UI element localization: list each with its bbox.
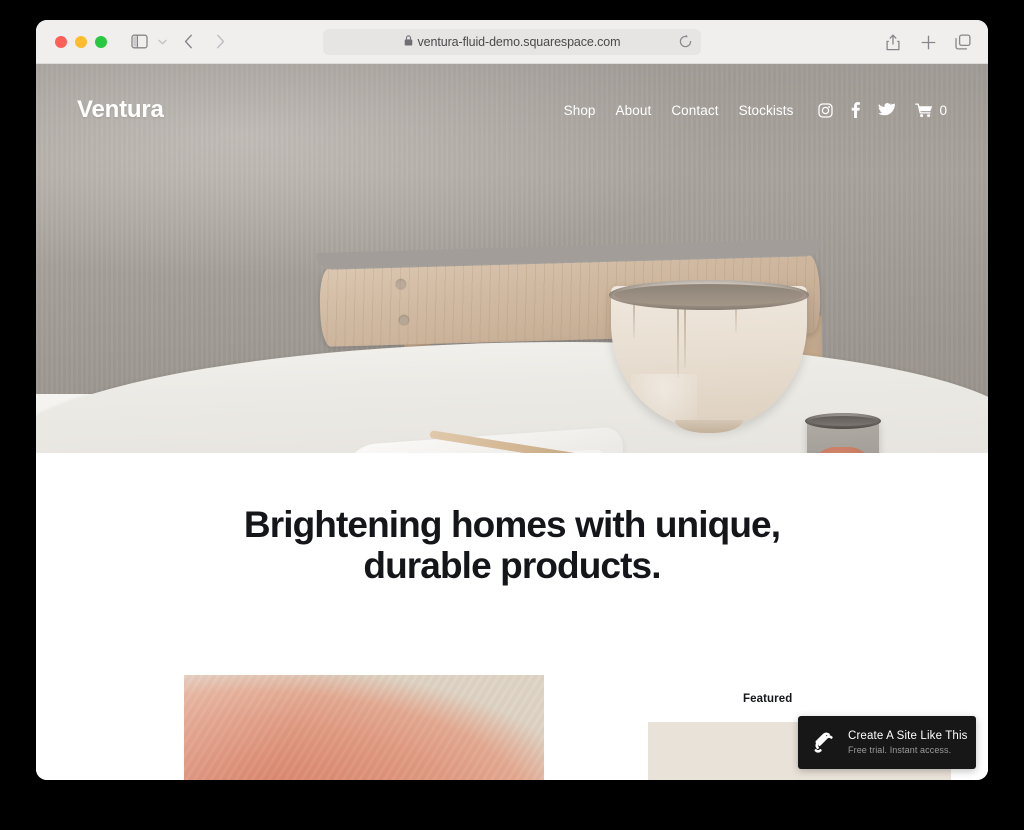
nav-link-shop[interactable]: Shop	[564, 103, 596, 118]
chair-screw-lower	[398, 314, 410, 326]
site-nav: Shop About Contact Stockists 0	[564, 102, 947, 118]
nav-link-stockists[interactable]: Stockists	[739, 103, 794, 118]
url-text: ventura-fluid-demo.squarespace.com	[417, 35, 621, 49]
address-bar-content: ventura-fluid-demo.squarespace.com	[404, 33, 621, 51]
headline-line-1: Brightening homes with unique,	[243, 504, 781, 545]
plus-icon[interactable]	[916, 29, 940, 55]
hero-section: Ventura Shop About Contact Stockists 0	[36, 64, 988, 453]
toolbar-right-group	[881, 29, 975, 55]
glazed-cup-rim	[805, 413, 881, 429]
facebook-icon[interactable]	[851, 102, 861, 118]
featured-label: Featured	[743, 693, 793, 705]
nav-link-about[interactable]: About	[616, 103, 652, 118]
cart-link[interactable]: 0	[915, 103, 947, 118]
maximize-window-button[interactable]	[95, 35, 107, 48]
address-bar[interactable]: ventura-fluid-demo.squarespace.com	[323, 29, 701, 55]
chair-screw-upper	[395, 278, 407, 290]
back-button[interactable]	[173, 29, 203, 55]
product-image-inner	[184, 675, 544, 780]
twitter-icon[interactable]	[878, 102, 896, 118]
page-viewport: Ventura Shop About Contact Stockists 0 B…	[36, 64, 988, 780]
share-icon[interactable]	[881, 29, 905, 55]
reload-icon[interactable]	[678, 34, 694, 50]
headline-section: Brightening homes with unique, durable p…	[36, 453, 988, 587]
minimize-window-button[interactable]	[75, 35, 87, 48]
promo-text: Create A Site Like This Free trial. Inst…	[848, 730, 968, 755]
bowl-glaze-drip	[684, 302, 686, 368]
create-site-promo-badge[interactable]: Create A Site Like This Free trial. Inst…	[798, 716, 976, 769]
promo-subtitle: Free trial. Instant access.	[848, 745, 952, 755]
site-header: Ventura Shop About Contact Stockists 0	[36, 90, 988, 130]
forward-button[interactable]	[205, 29, 235, 55]
chevron-down-icon[interactable]	[154, 29, 171, 55]
nav-link-contact[interactable]: Contact	[671, 103, 718, 118]
headline-line-2: durable products.	[363, 544, 661, 586]
product-image-terracotta[interactable]	[184, 675, 544, 780]
cart-count: 0	[939, 102, 947, 118]
instagram-icon[interactable]	[818, 102, 834, 118]
tabs-icon[interactable]	[951, 29, 975, 55]
toolbar-nav-group	[126, 29, 235, 55]
ceramic-bowl-rim	[609, 280, 809, 310]
cup-terracotta-glaze	[809, 447, 875, 453]
browser-window: ventura-fluid-demo.squarespace.com Ventu…	[36, 20, 988, 780]
lock-icon	[404, 33, 413, 51]
browser-toolbar: ventura-fluid-demo.squarespace.com	[36, 20, 988, 64]
close-window-button[interactable]	[55, 35, 67, 48]
cart-icon	[915, 102, 934, 118]
page-title: Brightening homes with unique, durable p…	[36, 504, 988, 586]
social-links	[818, 102, 896, 118]
sidebar-icon[interactable]	[126, 29, 152, 55]
bowl-glaze-drip	[677, 300, 679, 378]
site-logo[interactable]: Ventura	[77, 96, 164, 124]
window-controls	[36, 35, 107, 48]
squarespace-logo-icon	[812, 728, 837, 758]
promo-title: Create A Site Like This	[848, 730, 968, 742]
